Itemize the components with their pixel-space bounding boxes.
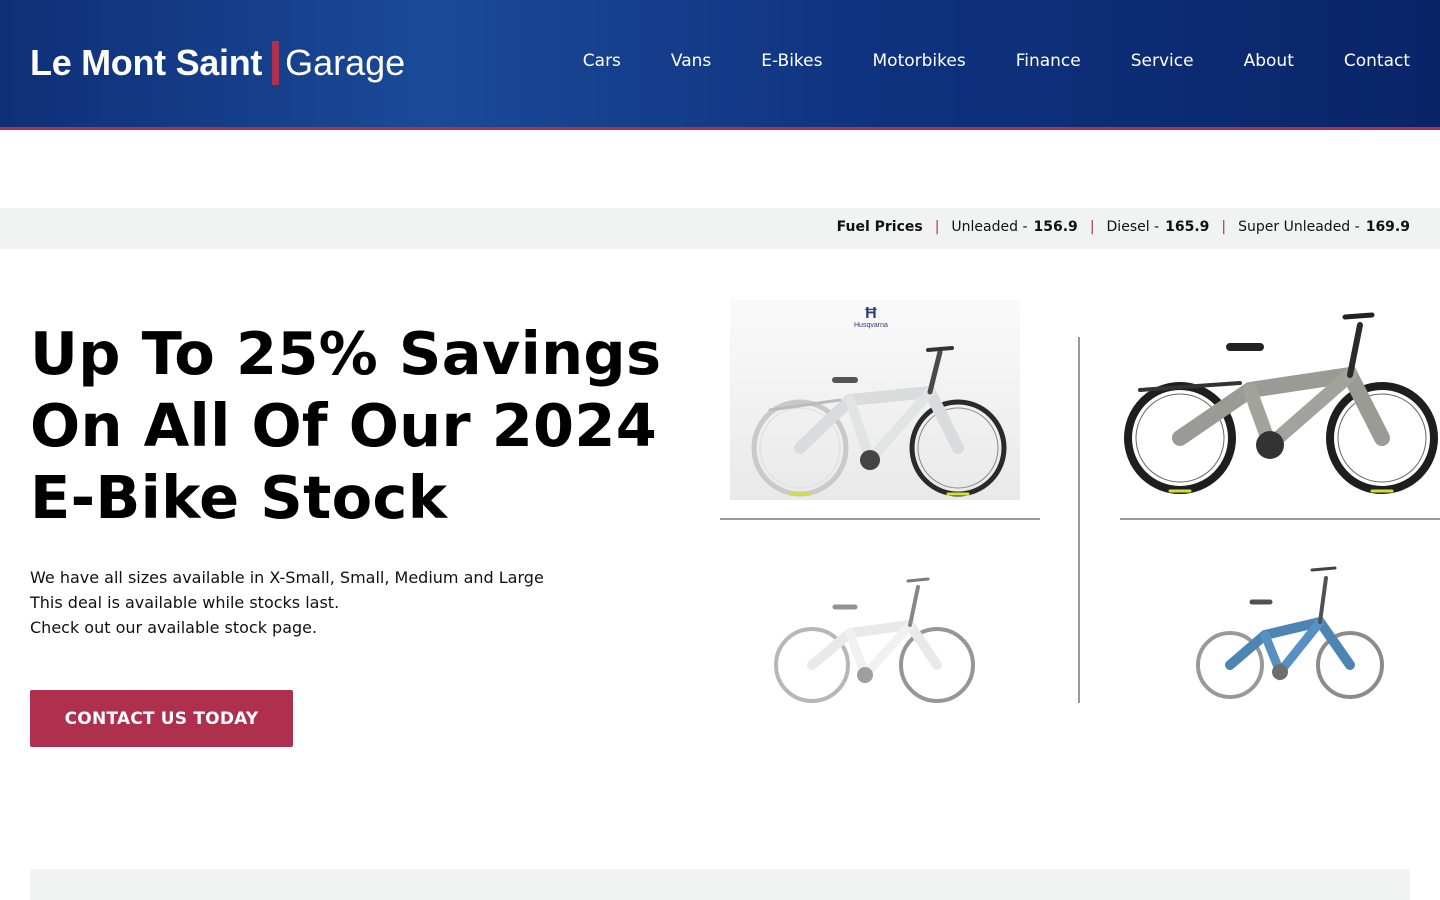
fuel-separator: |	[934, 219, 940, 235]
bike-illustration	[774, 577, 975, 703]
hero-line-sizes: We have all sizes available in X-Small, …	[30, 568, 544, 587]
site-logo[interactable]: Le Mont Saint Garage	[30, 40, 405, 86]
gallery-divider	[1120, 518, 1440, 520]
nav-finance[interactable]: Finance	[1016, 51, 1081, 71]
unleaded-price: 156.9	[1033, 219, 1078, 235]
ebike-image-white	[760, 565, 1000, 715]
nav-e-bikes[interactable]: E-Bikes	[761, 51, 822, 71]
bike-illustration	[1196, 566, 1384, 699]
logo-main-text: Le Mont Saint	[30, 42, 263, 83]
fuel-prices-label: Fuel Prices	[836, 219, 923, 235]
hero-title: Up To 25% Savings On All Of Our 2024 E-B…	[30, 319, 662, 532]
ebike-image-blue	[1190, 560, 1390, 720]
super-unleaded-price: 169.9	[1365, 219, 1410, 235]
hero-line-deal: This deal is available while stocks last…	[30, 593, 340, 612]
diesel-label: Diesel -	[1106, 219, 1160, 235]
contact-us-button[interactable]: CONTACT US TODAY	[30, 690, 293, 747]
nav-about[interactable]: About	[1244, 51, 1294, 71]
nav-contact[interactable]: Contact	[1344, 51, 1410, 71]
gallery-divider	[1078, 337, 1080, 703]
fuel-prices: Fuel Prices | Unleaded - 156.9 | Diesel …	[837, 219, 1410, 235]
nav-vans[interactable]: Vans	[671, 51, 711, 71]
nav-cars[interactable]: Cars	[583, 51, 621, 71]
hero-line-stock: Check out our available stock page.	[30, 618, 318, 637]
bike-illustration	[751, 346, 1007, 497]
bike-illustration	[1124, 312, 1438, 494]
main-nav: Cars Vans E-Bikes Motorbikes Finance Ser…	[533, 51, 1410, 71]
content-panel	[30, 869, 1410, 900]
unleaded-label: Unleaded -	[951, 219, 1028, 235]
hero-description: We have all sizes available in X-Small, …	[30, 565, 650, 640]
fuel-separator: |	[1089, 219, 1095, 235]
nav-motorbikes[interactable]: Motorbikes	[873, 51, 966, 71]
site-header: Le Mont Saint Garage Cars Vans E-Bikes M…	[0, 0, 1440, 130]
diesel-price: 165.9	[1165, 219, 1210, 235]
ebike-image-grey	[1120, 295, 1440, 505]
fuel-prices-bar: Fuel Prices | Unleaded - 156.9 | Diesel …	[0, 208, 1440, 249]
ebike-gallery: Ħ Husqvarna	[720, 295, 1440, 725]
ebike-image-white-husqvarna: Ħ Husqvarna	[730, 300, 1020, 500]
logo-sub-text: Garage	[285, 42, 406, 83]
husqvarna-logo: Ħ Husqvarna	[854, 305, 888, 330]
gallery-divider	[720, 518, 1040, 520]
nav-service[interactable]: Service	[1131, 51, 1194, 71]
logo-divider	[272, 41, 280, 85]
fuel-separator: |	[1221, 219, 1227, 235]
super-unleaded-label: Super Unleaded -	[1238, 219, 1360, 235]
